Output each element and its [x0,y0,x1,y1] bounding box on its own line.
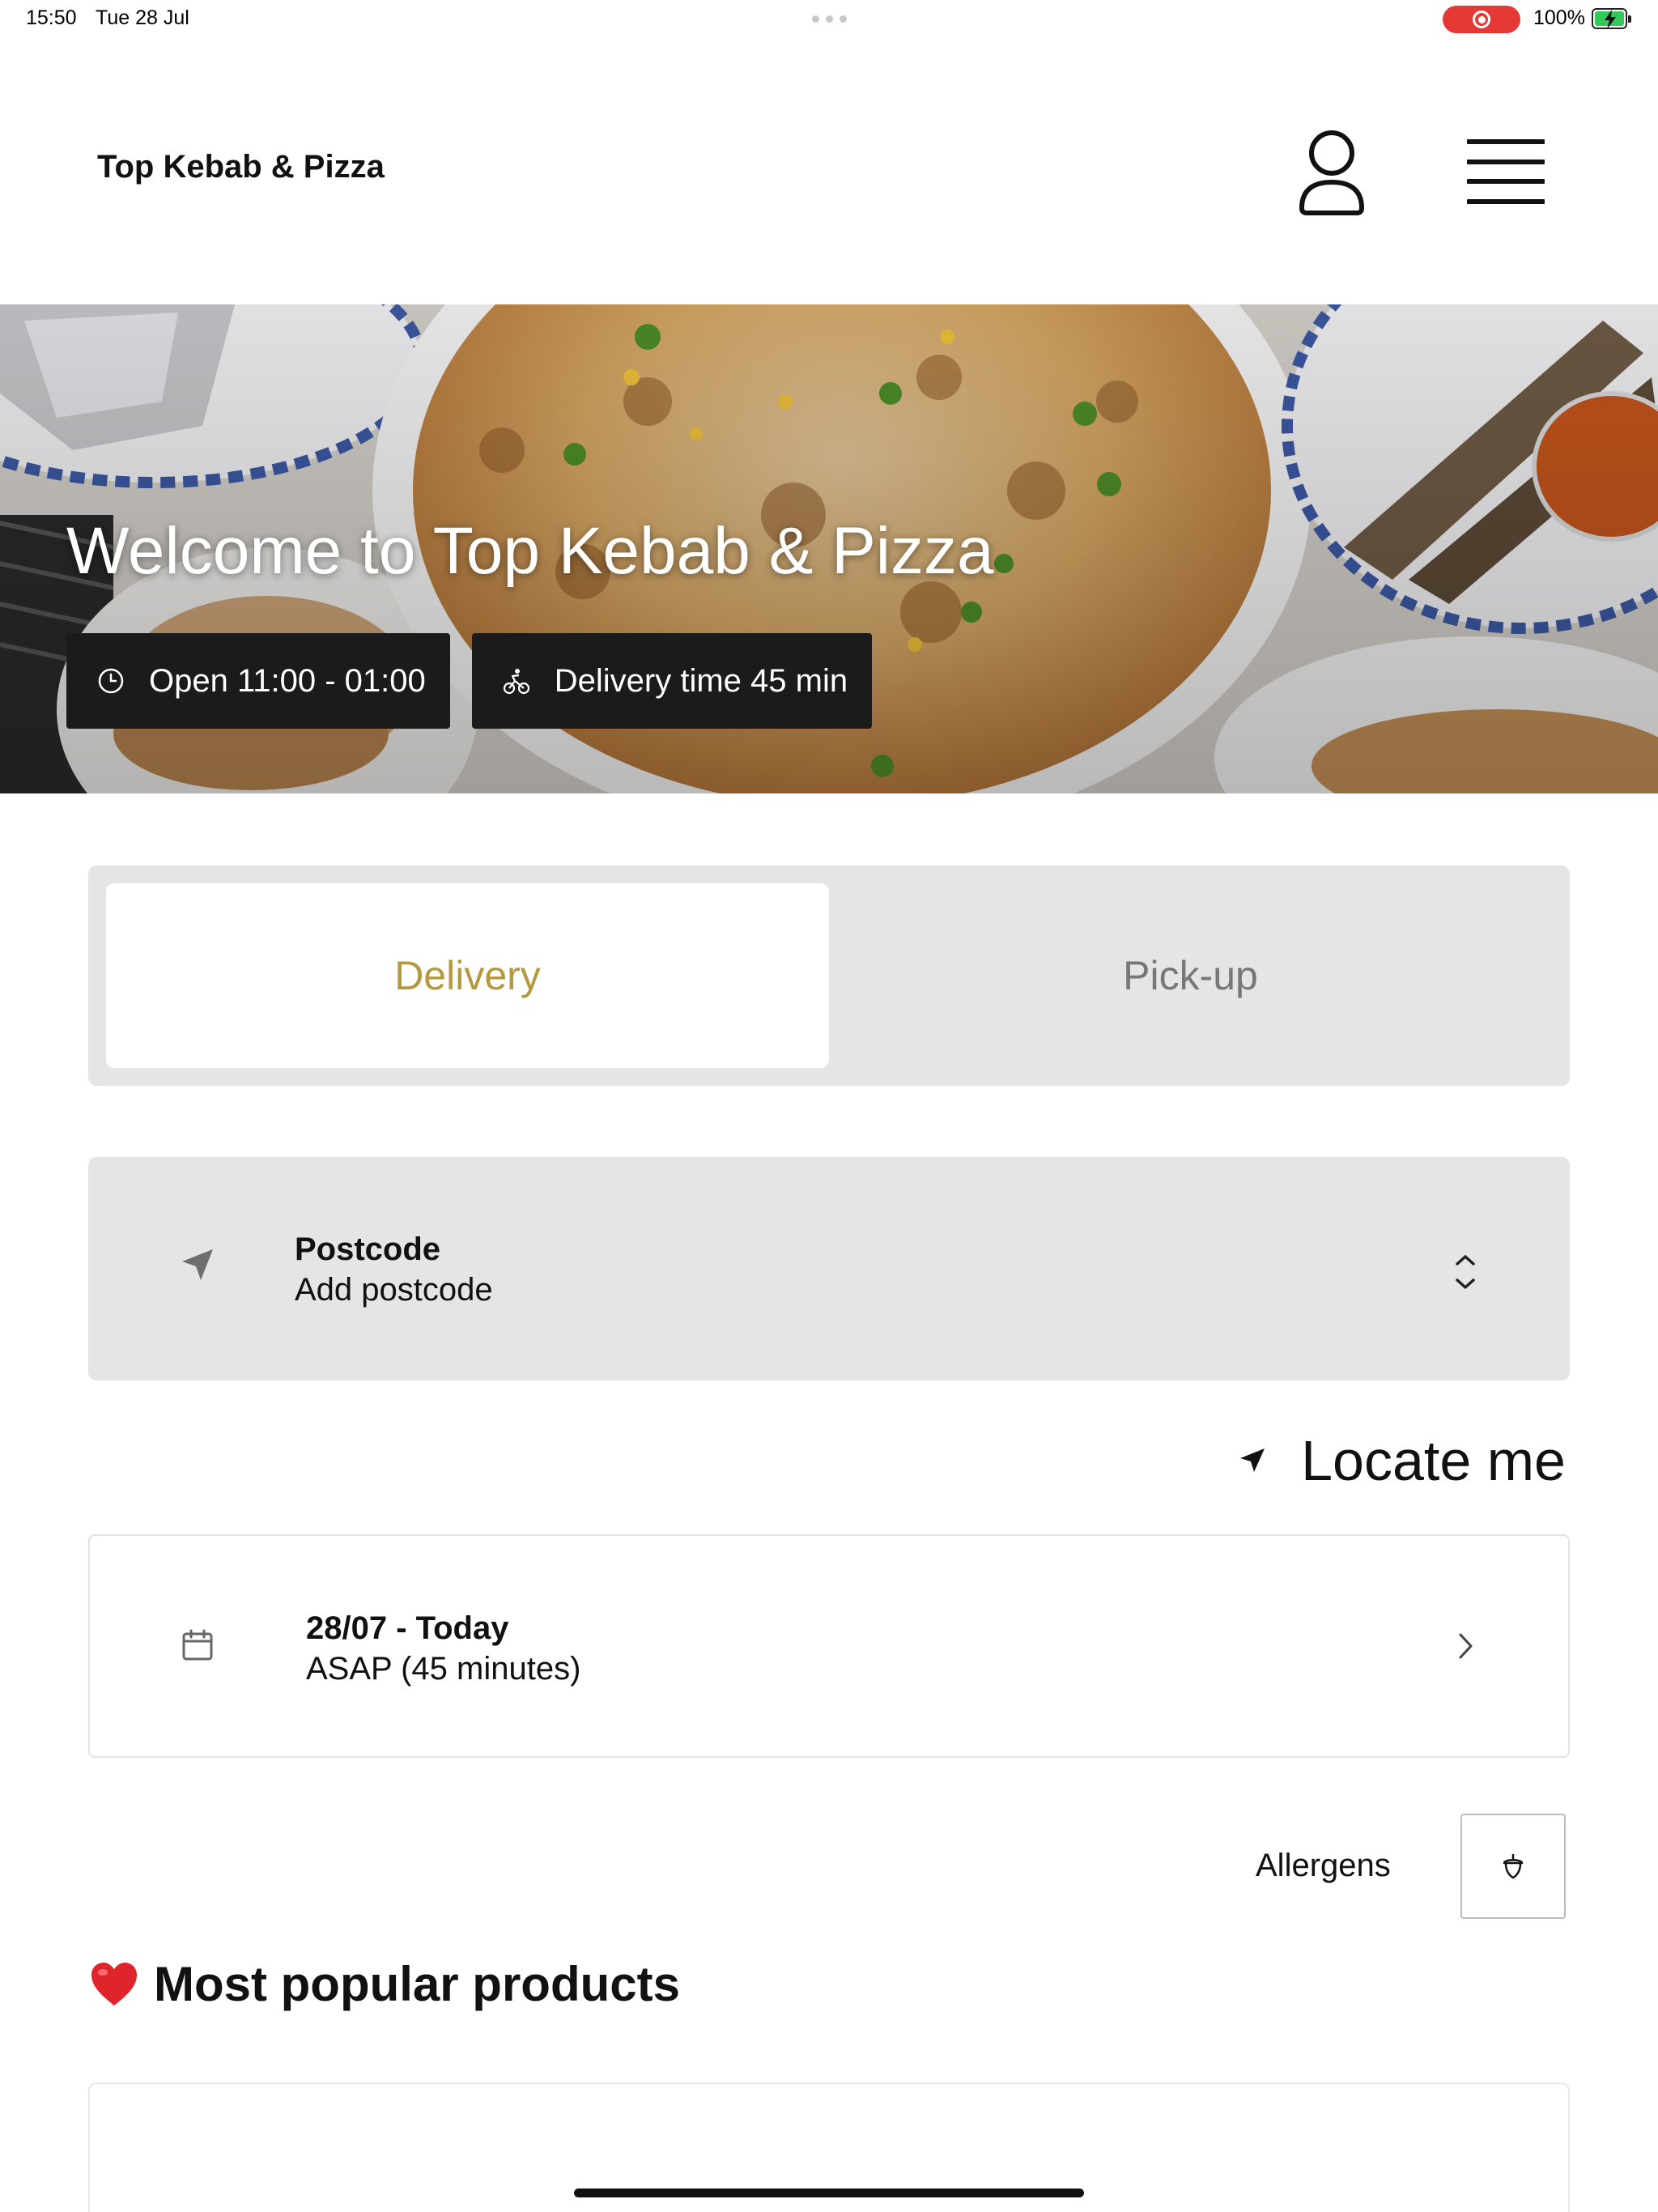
menu-button[interactable] [1465,134,1546,209]
restaurant-name[interactable]: Top Kebab & Pizza [97,149,385,185]
battery-icon [1592,8,1631,29]
delivery-time-badge: Delivery time 45 min [471,633,873,729]
multitasking-dots-icon[interactable] [812,15,847,23]
tab-delivery[interactable]: Delivery [106,883,829,1068]
home-indicator[interactable] [574,2189,1084,2197]
battery-percentage: 100% [1533,6,1585,29]
status-bar: 15:50 Tue 28 Jul 100% [0,0,1658,39]
delivery-time-text: Delivery time 45 min [554,662,848,699]
heart-icon [91,1962,137,2006]
welcome-title: Welcome to Top Kebab & Pizza [66,514,994,588]
hero-banner: Welcome to Top Kebab & Pizza Open 11:00 … [0,304,1658,793]
screen-recording-icon[interactable] [1443,6,1520,33]
allergens-button[interactable] [1460,1814,1566,1919]
opening-hours-badge: Open 11:00 - 01:00 [66,633,450,729]
acorn-icon [1503,1853,1524,1879]
popular-products-heading: Most popular products [89,1956,680,2012]
postcode-placeholder: Add postcode [295,1272,493,1308]
allergens-label: Allergens [1256,1848,1391,1883]
tab-pick-up[interactable]: Pick-up [829,883,1552,1068]
location-arrow-icon [182,1249,213,1280]
popular-products-title: Most popular products [154,1957,680,2011]
location-arrow-icon [1240,1448,1265,1472]
delivery-time-selector[interactable]: 28/07 - Today ASAP (45 minutes) [88,1534,1570,1758]
chevron-up-down-icon [1456,1255,1475,1289]
clock-icon [98,668,124,694]
cyclist-icon [503,669,529,695]
opening-hours-text: Open 11:00 - 01:00 [149,662,426,699]
locate-me-button[interactable]: Locate me [1238,1428,1566,1493]
chevron-right-icon [1459,1633,1473,1659]
status-date: Tue 28 Jul [96,6,189,29]
order-type-toggle: Delivery Pick-up [88,866,1570,1086]
hamburger-menu-icon [1467,139,1545,144]
postcode-label: Postcode [295,1231,441,1267]
person-icon [1299,130,1365,215]
status-time: 15:50 [26,6,77,29]
postcode-selector[interactable]: Postcode Add postcode [88,1157,1570,1380]
account-button[interactable] [1295,128,1368,217]
locate-me-label: Locate me [1301,1429,1566,1492]
delivery-date: 28/07 - Today [306,1610,509,1646]
calendar-icon [182,1629,213,1661]
delivery-time-value: ASAP (45 minutes) [306,1651,581,1687]
